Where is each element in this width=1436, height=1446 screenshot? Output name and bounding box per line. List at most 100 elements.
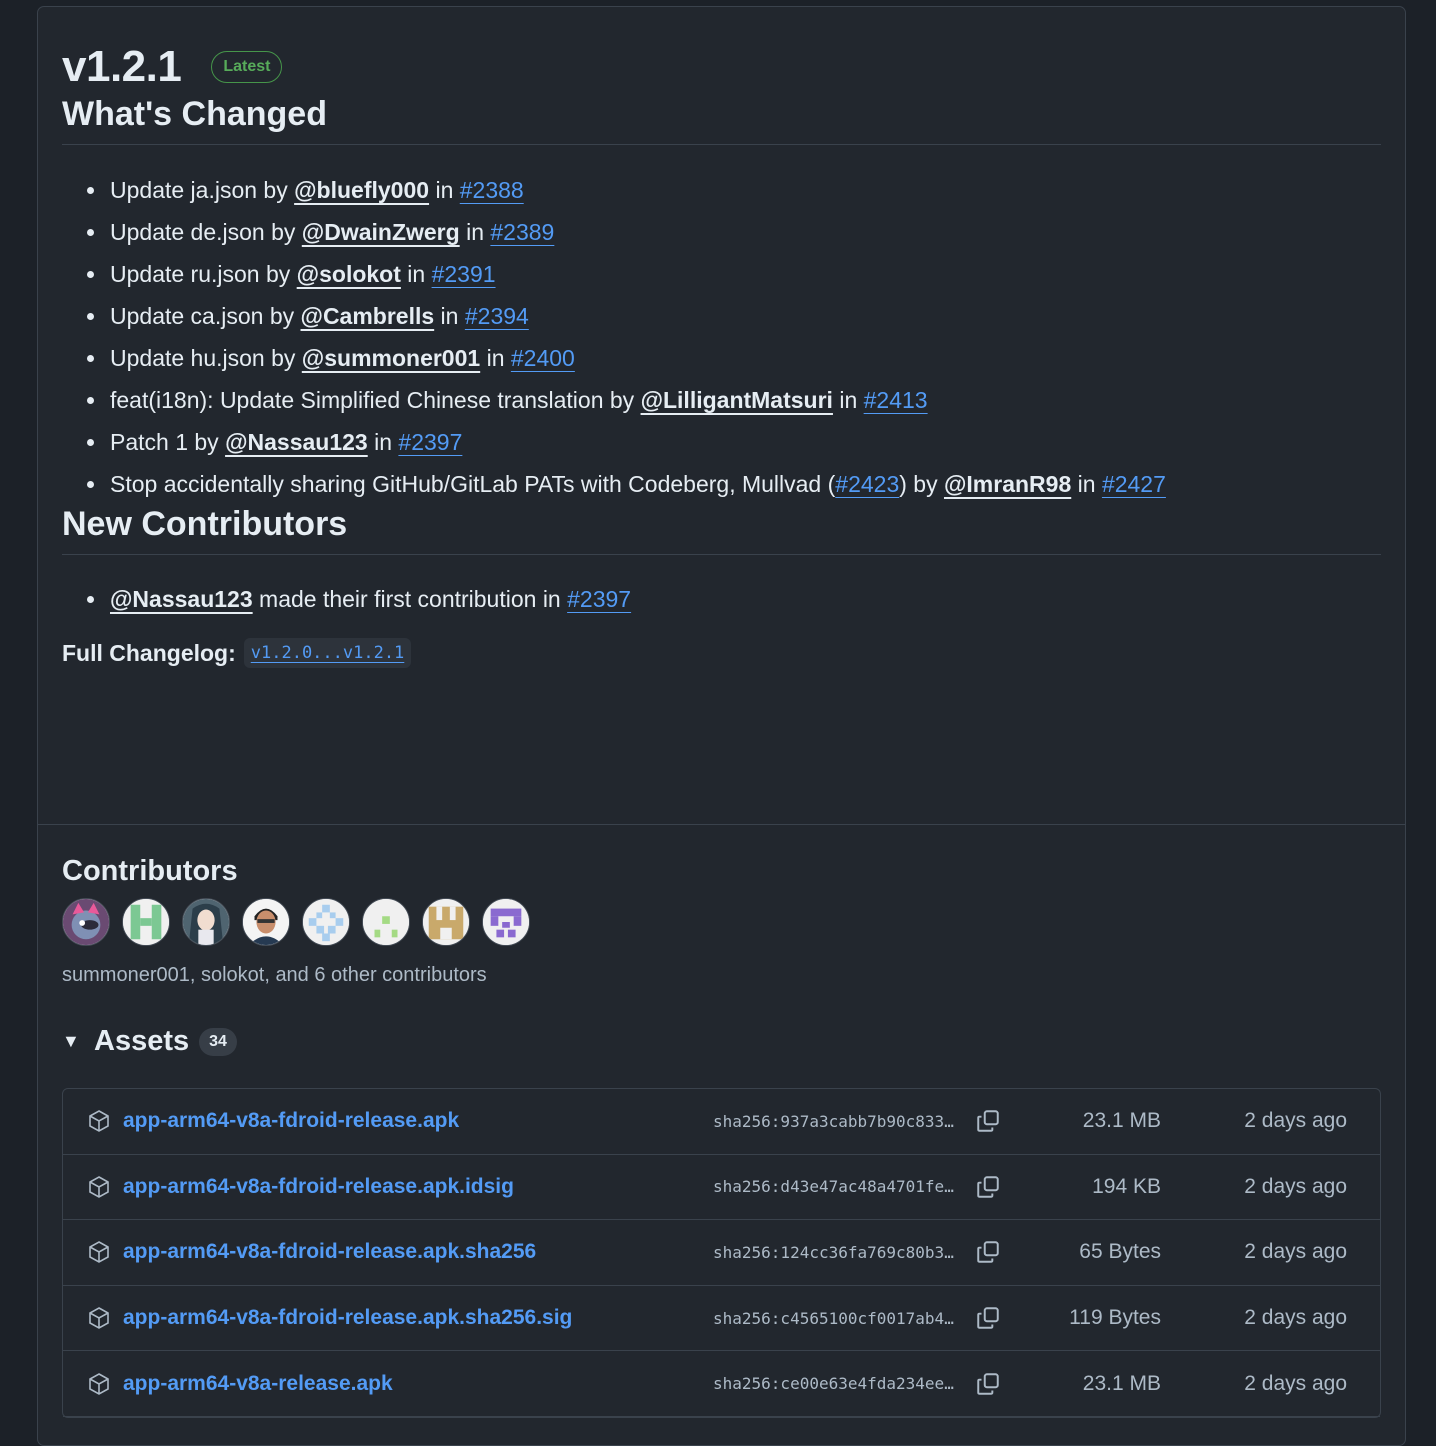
new-contributors-list: @Nassau123 made their first contribution… [62,578,1381,620]
assets-heading: Assets [94,1025,190,1057]
item-text: Update ja.json by [110,177,295,203]
asset-date: 2 days ago [1244,1240,1347,1264]
asset-date: 2 days ago [1244,1109,1347,1133]
asset-sha: sha256:937a3cabb7b90c833… [713,1111,954,1131]
asset-link[interactable]: app-arm64-v8a-release.apk [123,1372,713,1396]
user-link[interactable]: @DwainZwerg [302,219,460,245]
list-item: Update ja.json by @bluefly000 in #2388 [87,169,1381,211]
list-item: Stop accidentally sharing GitHub/GitLab … [87,463,1381,505]
item-text: Patch 1 by [110,429,226,455]
copy-icon[interactable] [975,1305,1001,1331]
avatar-purple-identicon[interactable] [482,898,530,946]
asset-size: 23.1 MB [1082,1109,1161,1133]
package-icon [89,1175,109,1198]
list-item: feat(i18n): Update Simplified Chinese tr… [87,379,1381,421]
item-text: Update ca.json by [110,303,301,329]
whats-changed-heading: What's Changed [62,95,1381,145]
user-link[interactable]: @ImranR98 [944,471,1071,497]
item-text: Update ru.json by [110,261,297,287]
pr-link[interactable]: #2397 [567,586,631,612]
user-link[interactable]: @summoner001 [302,345,480,371]
item-text: in [400,261,432,287]
contributors-summary[interactable]: summoner001, solokot, and 6 other contri… [62,964,1381,987]
caret-down-icon: ▼ [62,1031,80,1051]
asset-link[interactable]: app-arm64-v8a-fdroid-release.apk.idsig [123,1175,713,1199]
item-text: in [367,429,399,455]
item-text: in [480,345,511,371]
user-link[interactable]: @bluefly000 [294,177,429,203]
contributors-heading: Contributors [62,855,238,887]
asset-row: app-arm64-v8a-fdroid-release.apk.sha256 … [63,1220,1380,1286]
avatar-person[interactable] [242,898,290,946]
assets-table: app-arm64-v8a-fdroid-release.apk sha256:… [62,1088,1381,1418]
avatar-lightgreen-identicon[interactable] [362,898,410,946]
asset-link[interactable]: app-arm64-v8a-fdroid-release.apk.sha256 [123,1240,713,1264]
full-changelog-label: Full Changelog: [62,639,236,666]
user-link[interactable]: @solokot [297,261,401,287]
release-notes: v1.2.1 Latest What's Changed Update ja.j… [38,7,1405,825]
copy-icon[interactable] [975,1108,1001,1134]
compare-link[interactable]: v1.2.0...v1.2.1 [243,638,412,668]
item-text: in [832,387,864,413]
copy-icon[interactable] [975,1371,1001,1397]
asset-size: 65 Bytes [1079,1240,1161,1264]
item-text: in [434,303,465,329]
list-item: @Nassau123 made their first contribution… [87,578,1381,620]
pr-link[interactable]: #2400 [511,345,575,371]
item-text: ) by [899,471,944,497]
assets-count-badge: 34 [199,1027,237,1056]
list-item: Update ru.json by @solokot in #2391 [87,253,1381,295]
asset-sha: sha256:d43e47ac48a4701fe… [713,1177,954,1197]
assets-toggle[interactable]: ▼ Assets 34 [62,1025,1381,1058]
avatar-blue-identicon[interactable] [302,898,350,946]
pr-link[interactable]: #2413 [864,387,928,413]
full-changelog: Full Changelog: v1.2.0...v1.2.1 [62,638,1381,668]
asset-row: app-arm64-v8a-fdroid-release.apk sha256:… [63,1089,1380,1155]
pr-link[interactable]: #2397 [398,429,462,455]
avatar-cat[interactable] [62,898,110,946]
changes-list: Update ja.json by @bluefly000 in #2388 U… [62,169,1381,505]
new-contributors-heading: New Contributors [62,505,1381,555]
asset-row: app-arm64-v8a-release.apk sha256:ce00e63… [63,1351,1380,1417]
asset-date: 2 days ago [1244,1174,1347,1198]
asset-date: 2 days ago [1244,1371,1347,1395]
pr-link[interactable]: #2388 [460,177,524,203]
avatar-green-identicon[interactable] [122,898,170,946]
item-text: feat(i18n): Update Simplified Chinese tr… [110,387,641,413]
package-icon [89,1372,109,1395]
user-link[interactable]: @Cambrells [301,303,435,329]
package-icon [89,1110,109,1133]
asset-link[interactable]: app-arm64-v8a-fdroid-release.apk [123,1109,713,1133]
release-title[interactable]: v1.2.1 [62,45,182,89]
item-text: in [1071,471,1102,497]
item-text: made their first contribution in [252,586,568,612]
asset-size: 194 KB [1092,1174,1161,1198]
pr-link[interactable]: #2427 [1102,471,1166,497]
copy-icon[interactable] [975,1239,1001,1265]
avatar-anime[interactable] [182,898,230,946]
release-header: v1.2.1 Latest [62,39,1381,95]
pr-link[interactable]: #2423 [835,471,899,497]
asset-size: 23.1 MB [1082,1371,1161,1395]
release-card: v1.2.1 Latest What's Changed Update ja.j… [37,6,1406,1446]
user-link[interactable]: @Nassau123 [225,429,368,455]
user-link[interactable]: @Nassau123 [110,586,253,612]
pr-link[interactable]: #2394 [465,303,529,329]
asset-size: 119 Bytes [1069,1306,1161,1330]
asset-sha: sha256:c4565100cf0017ab4… [713,1308,954,1328]
asset-link[interactable]: app-arm64-v8a-fdroid-release.apk.sha256.… [123,1306,713,1330]
pr-link[interactable]: #2389 [490,219,554,245]
avatar-list [62,898,1381,946]
asset-row: app-arm64-v8a-fdroid-release.apk.sha256.… [63,1286,1380,1352]
item-text: in [429,177,460,203]
list-item: Patch 1 by @Nassau123 in #2397 [87,421,1381,463]
user-link[interactable]: @LilligantMatsuri [641,387,833,413]
list-item: Update ca.json by @Cambrells in #2394 [87,295,1381,337]
asset-date: 2 days ago [1244,1306,1347,1330]
avatar-tan-identicon[interactable] [422,898,470,946]
package-icon [89,1241,109,1264]
pr-link[interactable]: #2391 [432,261,496,287]
copy-icon[interactable] [975,1174,1001,1200]
latest-badge: Latest [211,51,283,83]
asset-sha: sha256:124cc36fa769c80b3… [713,1242,954,1262]
